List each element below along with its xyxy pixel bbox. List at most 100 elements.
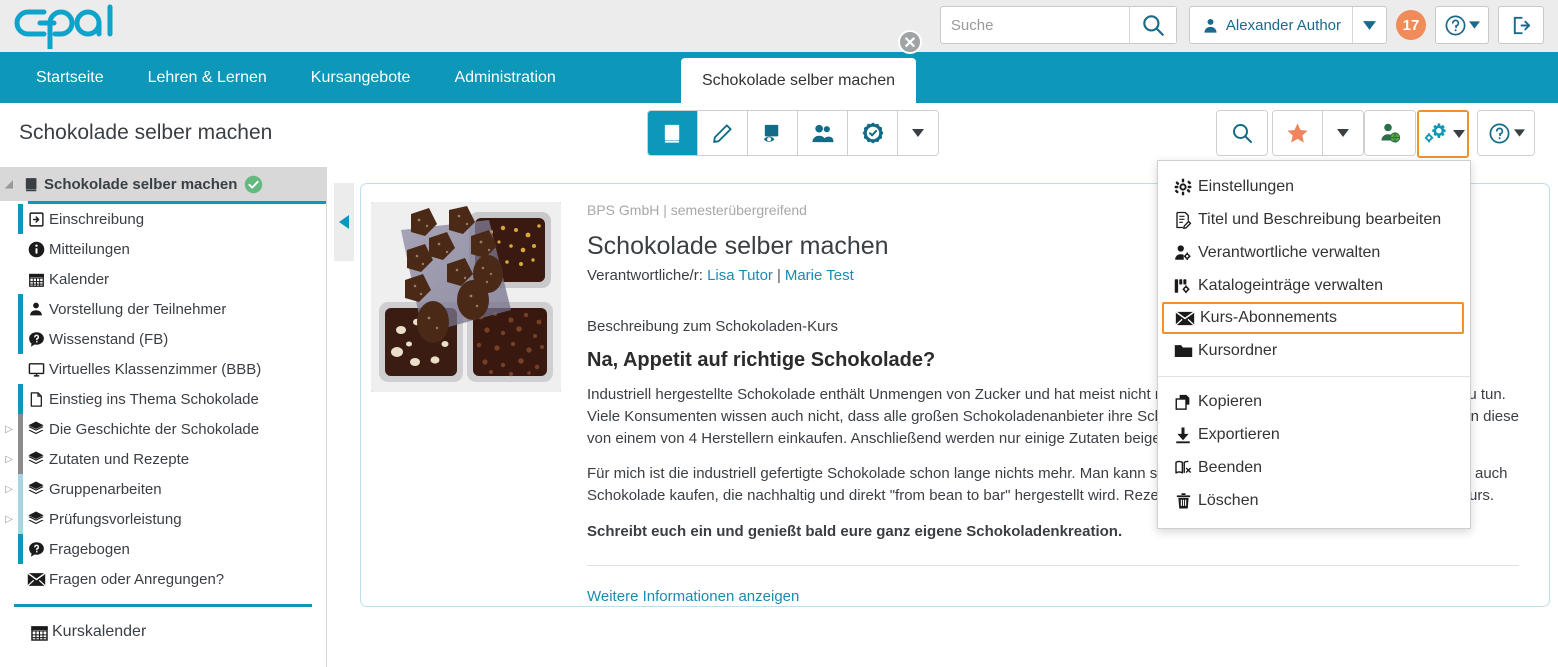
help-button[interactable] [1435,6,1489,44]
opal-logo[interactable] [10,3,120,49]
nav-item-kursangebote[interactable]: Kursangebote [289,52,433,103]
menu-item-label: Katalogeinträge verwalten [1198,276,1384,294]
menu-item-kursordner[interactable]: Kursordner [1158,334,1470,367]
menu-item-label: Verantwortliche verwalten [1198,243,1381,261]
sidebar-item-label: Mitteilungen [49,240,130,258]
page-title: Schokolade selber machen [19,121,273,144]
course-quality-button[interactable] [848,111,898,155]
menu-item-verantwortliche-verwalten[interactable]: Verantwortliche verwalten [1158,236,1470,269]
sidebar-item-zutaten-und-rezepte[interactable]: ▷ Zutaten und Rezepte [0,444,326,474]
menu-item-katalogeintraege-verwalten[interactable]: Katalogeinträge verwalten [1158,269,1470,302]
sidebar-item-wissenstand-fb[interactable]: Wissenstand (FB) [0,324,326,354]
menu-item-exportieren[interactable]: Exportieren [1158,418,1470,451]
sidebar-item-vorstellung-der-teilnehmer[interactable]: Vorstellung der Teilnehmer [0,294,326,324]
person-icon [23,301,49,317]
course-run-button[interactable] [648,111,698,155]
sidebar-item-label: Fragebogen [49,540,130,558]
badge-check-icon [862,122,883,144]
menu-item-titel-und-beschreibung-bearbeiten[interactable]: Titel und Beschreibung bearbeiten [1158,203,1470,236]
tree-twisty-icon[interactable]: ▷ [0,424,18,435]
book-icon [18,176,44,193]
close-tab-button[interactable]: ✕ [898,30,922,54]
sidebar-item-label: Vorstellung der Teilnehmer [49,300,227,318]
folder-icon [1168,343,1198,359]
calendar-icon [26,623,52,642]
course-favorite-button[interactable] [1273,111,1323,155]
trash-icon [1168,492,1198,510]
course-settings-button[interactable] [1417,110,1469,158]
course-share-toolbar [1364,110,1416,156]
sidebar-item-pruefungsvorleistung[interactable]: ▷ Prüfungsvorleistung [0,504,326,534]
search-button[interactable] [1128,7,1176,43]
layers-icon [23,510,49,528]
user-button[interactable]: Alexander Author [1190,7,1352,43]
user-menu-caret[interactable] [1352,7,1386,43]
layers-icon [23,450,49,468]
responsible-link-marie-test[interactable]: Marie Test [785,267,854,284]
tree-twisty-icon[interactable]: ▷ [0,454,18,465]
menu-item-einstellungen[interactable]: Einstellungen [1158,170,1470,203]
help-icon [1489,123,1509,143]
menu-item-beenden[interactable]: Beenden [1158,451,1470,484]
course-preview-button[interactable] [748,111,798,155]
info-icon [23,241,49,258]
menu-item-kopieren[interactable]: Kopieren [1158,385,1470,418]
sidebar-item-gruppenarbeiten[interactable]: ▷ Gruppenarbeiten [0,474,326,504]
chevron-down-icon [1337,129,1349,137]
course-more-button[interactable] [898,111,938,155]
responsible-link-lisa-tutor[interactable]: Lisa Tutor [707,267,773,284]
course-help-button[interactable] [1478,111,1534,155]
open-course-tab[interactable]: Schokolade selber machen [681,58,916,103]
sidebar-item-die-geschichte-der-schokolade[interactable]: ▷ Die Geschichte der Schokolade [0,414,326,444]
sidebar-item-einstieg-ins-thema-schokolade[interactable]: Einstieg ins Thema Schokolade [0,384,326,414]
course-share-button[interactable] [1365,111,1415,155]
notification-badge[interactable]: 17 [1396,10,1426,40]
sidebar-item-label: Zutaten und Rezepte [49,450,190,468]
sidebar-item-einschreibung[interactable]: Einschreibung [0,204,326,234]
menu-item-kurs-abonnements[interactable]: Kurs-Abonnements [1162,302,1464,334]
sidebar-item-fragen-oder-anregungen[interactable]: Fragen oder Anregungen? [0,564,326,594]
course-members-button[interactable] [798,111,848,155]
course-edit-button[interactable] [698,111,748,155]
responsible-label: Verantwortliche/r: [587,267,703,284]
catalog-gear-icon [1168,277,1198,295]
members-icon [812,124,834,142]
course-tree-sidebar: ◢ Schokolade selber machen Einschreibung… [0,167,327,667]
chevron-down-icon [912,129,924,137]
sidebar-item-fragebogen[interactable]: Fragebogen [0,534,326,564]
layers-icon [23,480,49,498]
course-favorite-caret[interactable] [1323,111,1363,155]
tree-twisty-icon[interactable]: ▷ [0,514,18,525]
course-settings-icon-wrap[interactable] [1419,112,1467,156]
course-help-toolbar [1477,110,1535,156]
chevron-down-icon [1513,129,1525,137]
collapse-sidebar-handle[interactable] [334,183,354,261]
course-search-button[interactable] [1217,111,1267,155]
sidebar-item-label: Schokolade selber machen [44,175,238,193]
download-icon [1168,426,1198,444]
sidebar-item-kalender[interactable]: Kalender [0,264,326,294]
nav-item-administration[interactable]: Administration [432,52,577,103]
nav-item-startseite[interactable]: Startseite [14,52,126,103]
sidebar-item-mitteilungen[interactable]: Mitteilungen [0,234,326,264]
sidebar-item-label: Prüfungsvorleistung [49,510,182,528]
course-mode-toolbar [647,110,939,156]
sidebar-item-virtuelles-klassenzimmer[interactable]: Virtuelles Klassenzimmer (BBB) [0,354,326,384]
sidebar-item-schokolade-selber-machen[interactable]: ◢ Schokolade selber machen [0,167,326,201]
sidebar-item-label: Kurskalender [52,623,147,640]
preview-eye-icon [763,124,779,142]
chevron-down-icon [1363,20,1376,30]
tree-twisty-icon[interactable]: ◢ [0,179,18,190]
menu-item-loeschen[interactable]: Löschen [1158,484,1470,517]
sidebar-item-label: Die Geschichte der Schokolade [49,420,260,438]
sidebar-item-kurskalender[interactable]: Kurskalender [0,617,326,647]
menu-separator [1158,376,1470,377]
logout-button[interactable] [1498,6,1544,44]
tree-twisty-icon[interactable]: ▷ [0,484,18,495]
nav-item-lehren-lernen[interactable]: Lehren & Lernen [126,52,289,103]
question-bubble-icon [23,541,49,558]
more-info-link[interactable]: Weitere Informationen anzeigen [587,588,799,605]
envelope-icon [23,572,49,587]
search-input[interactable] [940,7,1129,43]
pencil-icon [713,123,732,143]
